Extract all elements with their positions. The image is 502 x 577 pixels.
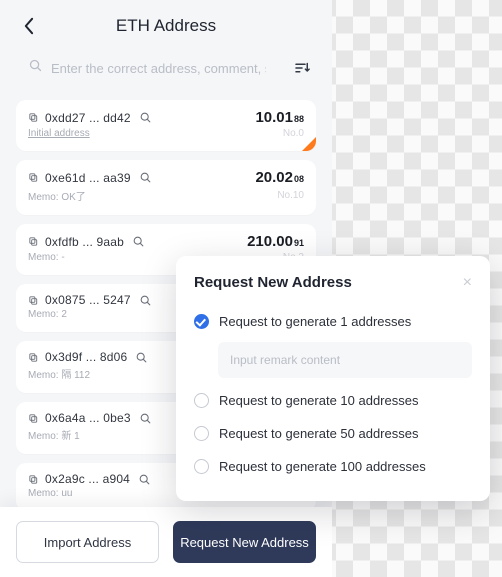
address-row[interactable]: 0xe61d ... aa39 20.0208 Memo: OK了 No.10 [16, 160, 316, 215]
address-row[interactable]: 0xdd27 ... dd4210.0188Initial addressNo.… [16, 100, 316, 151]
option-label: Request to generate 100 addresses [219, 459, 426, 474]
radio-icon[interactable] [194, 314, 209, 329]
address-short: 0x3d9f ... 8d06 [45, 350, 127, 364]
option-label: Request to generate 50 addresses [219, 426, 418, 441]
memo-label: Memo: uu [28, 488, 72, 499]
balance: 20.0208 [255, 169, 304, 186]
copy-icon[interactable] [28, 112, 39, 123]
remark-field-wrap[interactable] [218, 342, 472, 378]
memo-label: Memo: 隔 112 [28, 366, 90, 381]
radio-icon[interactable] [194, 459, 209, 474]
copy-icon[interactable] [28, 236, 39, 247]
request-new-address-button[interactable]: Request New Address [173, 521, 316, 563]
copy-icon[interactable] [28, 352, 39, 363]
highlight-corner-icon [301, 136, 316, 151]
option-label: Request to generate 1 addresses [219, 314, 411, 329]
address-short: 0xdd27 ... dd42 [45, 111, 131, 125]
balance: 210.0091 [247, 233, 304, 250]
radio-icon[interactable] [194, 426, 209, 441]
magnify-icon[interactable] [130, 235, 145, 248]
search-icon [28, 58, 43, 78]
copy-icon[interactable] [28, 413, 39, 424]
option-label: Request to generate 10 addresses [219, 393, 418, 408]
memo-label: Memo: 新 1 [28, 427, 80, 442]
radio-icon[interactable] [194, 393, 209, 408]
close-icon[interactable]: × [463, 275, 472, 291]
address-short: 0x0875 ... 5247 [45, 293, 131, 307]
search-field-wrap[interactable] [16, 48, 278, 88]
address-short: 0xfdfb ... 9aab [45, 235, 124, 249]
magnify-icon[interactable] [136, 473, 151, 486]
request-address-modal: Request New Address × Request to generat… [176, 256, 490, 501]
remark-input[interactable] [230, 353, 460, 367]
magnify-icon[interactable] [137, 111, 152, 124]
memo-label: Initial address [28, 128, 90, 139]
memo-label: Memo: - [28, 252, 65, 263]
copy-icon[interactable] [28, 474, 39, 485]
generate-option[interactable]: Request to generate 100 addresses [194, 450, 472, 483]
address-short: 0xe61d ... aa39 [45, 171, 131, 185]
address-short: 0x6a4a ... 0be3 [45, 411, 131, 425]
address-index: No.10 [277, 190, 304, 201]
magnify-icon[interactable] [133, 351, 148, 364]
sort-button[interactable] [288, 54, 316, 82]
generate-option[interactable]: Request to generate 10 addresses [194, 384, 472, 417]
memo-label: Memo: 2 [28, 309, 67, 320]
generate-option[interactable]: Request to generate 1 addresses [194, 305, 472, 338]
magnify-icon[interactable] [137, 171, 152, 184]
generate-option[interactable]: Request to generate 50 addresses [194, 417, 472, 450]
page-title: ETH Address [16, 16, 316, 36]
memo-label: Memo: OK了 [28, 188, 86, 203]
balance: 10.0188 [255, 109, 304, 126]
import-address-button[interactable]: Import Address [16, 521, 159, 563]
magnify-icon[interactable] [137, 412, 152, 425]
modal-title: Request New Address [194, 274, 352, 291]
search-input[interactable] [51, 61, 266, 76]
magnify-icon[interactable] [137, 294, 152, 307]
address-short: 0x2a9c ... a904 [45, 472, 130, 486]
copy-icon[interactable] [28, 295, 39, 306]
copy-icon[interactable] [28, 172, 39, 183]
